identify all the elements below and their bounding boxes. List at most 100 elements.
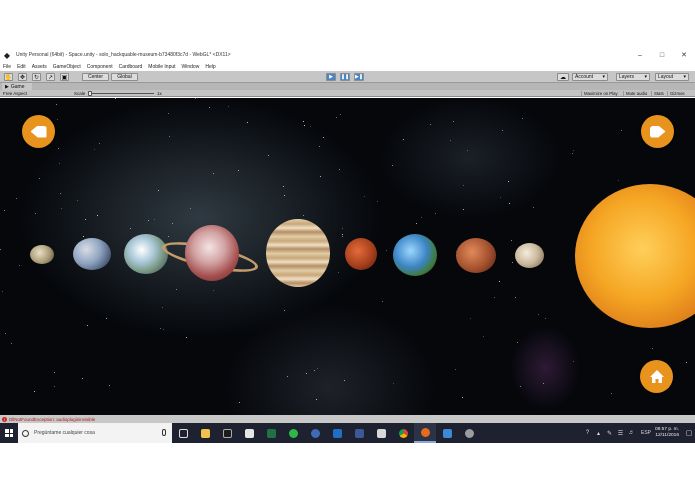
layout-dropdown[interactable]: Layout ▾ [655,73,689,81]
close-button[interactable]: ✕ [673,47,695,63]
taskbar-outlook[interactable] [326,423,348,443]
menu-mobile-input[interactable]: Mobile Input [148,64,175,70]
layers-dropdown[interactable]: Layers ▾ [616,73,650,81]
star [54,372,55,373]
planet-earth-2[interactable] [393,234,437,276]
star [545,318,546,319]
star [5,333,6,334]
sun[interactable] [575,184,695,328]
star [340,114,341,115]
star [94,149,95,150]
star [268,155,269,156]
chevron-down-icon: ▾ [644,74,647,80]
planet-mars-2[interactable] [456,238,496,273]
pause-button[interactable]: ❚❚ [340,73,350,81]
planet-mercury[interactable] [30,245,54,264]
star [377,201,378,202]
planet-earth[interactable] [124,234,168,274]
rect-tool-icon[interactable]: ▣ [60,73,69,81]
search-placeholder: Pregúntame cualquier cosa [34,430,95,436]
notifications-icon[interactable]: ▢ [683,423,695,443]
menu-cardboard[interactable]: Cardboard [119,64,143,70]
help-icon[interactable]: ? [582,423,593,443]
taskbar-video-app[interactable] [436,423,458,443]
star [209,107,210,108]
menu-help[interactable]: Help [205,64,215,70]
search-box[interactable]: Pregúntame cualquier cosa [18,423,172,443]
play-button[interactable]: ▶ [326,73,336,81]
layout-label: Layout [658,74,674,80]
star [163,329,164,330]
minimize-button[interactable]: – [629,47,651,63]
taskbar-file-explorer[interactable] [194,423,216,443]
taskbar-whatsapp[interactable] [282,423,304,443]
home-button[interactable] [640,360,673,393]
scale-tool-icon[interactable]: ↗ [46,73,55,81]
planet-uranus[interactable] [515,243,544,268]
mute-audio-toggle[interactable]: Mute audio [623,91,647,96]
maximize-button[interactable]: □ [651,47,673,63]
account-dropdown[interactable]: Account ▾ [572,73,608,81]
game-view[interactable] [0,98,695,415]
hand-tool-icon[interactable]: ✋ [4,73,13,81]
taskbar-firefox[interactable] [414,423,436,443]
taskbar-store[interactable] [238,423,260,443]
clock[interactable]: 08:57 p. m. 12/11/2016 [655,427,679,439]
star [533,207,534,208]
stats-toggle[interactable]: Stats [651,91,664,96]
star [502,130,503,131]
star [4,210,5,211]
title-bar: ◆ Unity Personal (64bit) - Space.unity -… [0,47,695,63]
previous-button[interactable] [22,115,55,148]
start-button[interactable] [0,423,18,443]
maximize-on-play-toggle[interactable]: Maximize on Play [581,91,618,96]
language-indicator[interactable]: ESP [641,430,651,436]
star [344,380,345,381]
star [435,213,436,214]
pivot-toggle-button[interactable]: Center [82,73,109,81]
menu-window[interactable]: Window [182,64,200,70]
taskbar-settings-app[interactable] [458,423,480,443]
microphone-icon[interactable] [162,429,166,436]
star [247,122,248,123]
taskbar-excel[interactable] [260,423,282,443]
menu-file[interactable]: File [3,64,11,70]
planet-jupiter[interactable] [266,219,330,287]
scale-slider-track[interactable] [88,93,154,94]
planet-venus[interactable] [73,238,111,270]
step-button[interactable]: ▶❚ [354,73,364,81]
tab-game[interactable]: ▶ Game [2,83,33,90]
folder-icon [200,428,210,438]
cloud-icon[interactable]: ☁ [557,73,569,81]
network-icon[interactable]: ☰ [615,423,626,443]
taskbar-media-player[interactable] [216,423,238,443]
clock-date: 12/11/2016 [655,433,679,438]
chevron-up-icon[interactable]: ▴ [593,423,604,443]
planet-mars[interactable] [345,238,377,270]
star [238,170,239,171]
planet-saturn[interactable] [185,225,239,281]
taskbar-chrome[interactable] [392,423,414,443]
gizmos-dropdown[interactable]: Gizmos [667,91,685,96]
volume-icon[interactable]: ♬ [626,423,637,443]
move-tool-icon[interactable]: ✥ [18,73,27,81]
pen-icon[interactable]: ✎ [604,423,615,443]
taskbar-unity[interactable] [370,423,392,443]
task-view-button[interactable] [172,423,194,443]
star [450,140,451,141]
console-status-bar[interactable]: ! DllNotFoundException: audioplugininvis… [0,415,695,423]
taskbar-app-circle[interactable] [304,423,326,443]
scale-slider-handle[interactable] [88,91,92,96]
menu-component[interactable]: Component [87,64,113,70]
menu-assets[interactable]: Assets [32,64,47,70]
aspect-dropdown[interactable]: Free Aspect [3,91,27,96]
menu-edit[interactable]: Edit [17,64,26,70]
menu-gameobject[interactable]: GameObject [53,64,81,70]
star [283,186,284,187]
rotate-tool-icon[interactable]: ↻ [32,73,41,81]
star [522,118,523,119]
star [500,197,501,198]
taskbar-facebook[interactable] [348,423,370,443]
space-toggle-button[interactable]: Global [111,73,138,81]
next-button[interactable] [641,115,674,148]
